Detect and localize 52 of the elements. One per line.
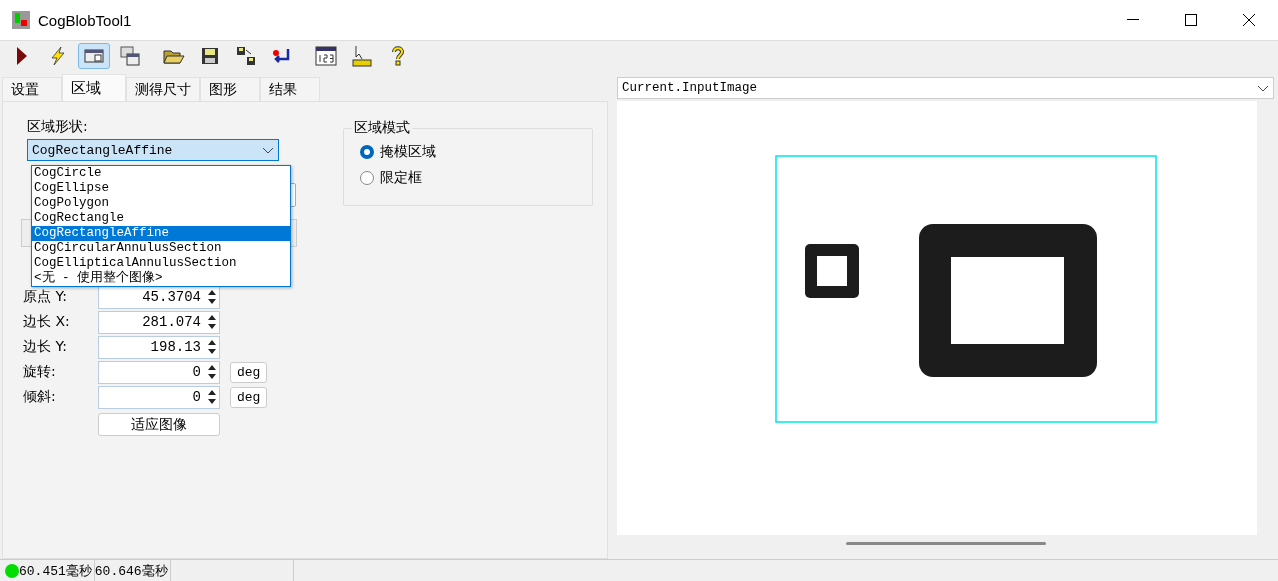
number-field[interactable]: 45.3704 (98, 285, 220, 309)
window-title: CogBlobTool1 (38, 11, 133, 29)
unit-button[interactable]: deg (230, 361, 268, 383)
field-label: 旋转: (22, 363, 57, 381)
field-label: 边长 Y: (22, 338, 68, 356)
field-label: 倾斜: (22, 388, 57, 406)
radio-option[interactable]: 限定框 (360, 169, 592, 187)
dropdown-option[interactable]: CogCircle (32, 166, 290, 181)
tab[interactable]: 图形 (200, 77, 260, 101)
floppy-disks-icon (236, 46, 256, 66)
minimize-icon (1127, 19, 1139, 21)
app-icon (12, 11, 30, 29)
chevron-icon (262, 146, 274, 154)
counter-display-icon (315, 46, 337, 66)
dropdown-option[interactable]: CogEllipse (32, 181, 290, 196)
field-label: 边长 X: (22, 313, 71, 331)
tab[interactable]: 结果 (260, 77, 320, 101)
number-field[interactable]: 198.13 (98, 335, 220, 359)
lightning-icon (49, 46, 67, 66)
field-label: 区域形状: (27, 118, 89, 136)
windows-icon (120, 46, 140, 66)
number-field[interactable]: 281.074 (98, 310, 220, 334)
radio-option[interactable]: 掩模区域 (360, 143, 592, 161)
tab[interactable]: 测得尺寸 (126, 77, 200, 101)
fit-image-button[interactable]: 适应图像 (98, 413, 220, 436)
status-text: 60.451毫秒 (19, 560, 95, 581)
dropdown-option[interactable]: <无 - 使用整个图像> (32, 271, 290, 286)
folder-icon (163, 47, 185, 65)
ruler-pointer-icon (352, 45, 372, 67)
dropdown-option[interactable]: CogCircularAnnulusSection (32, 241, 290, 256)
tab[interactable]: 设置 (2, 77, 62, 101)
toolbar-button[interactable] (78, 43, 110, 69)
chevron-icon (1257, 84, 1269, 92)
dropdown-option[interactable]: CogPolygon (32, 196, 290, 211)
play-icon (16, 46, 28, 66)
dropdown-option[interactable]: CogEllipticalAnnulusSection (32, 256, 290, 271)
help-icon (391, 46, 405, 66)
image-selector[interactable]: Current.InputImage (617, 77, 1274, 99)
number-field[interactable]: 0 (98, 385, 220, 409)
group-title: 区域模式 (352, 119, 412, 137)
number-field[interactable]: 0 (98, 360, 220, 384)
maximize-icon (1185, 14, 1197, 26)
tab[interactable]: 区域 (62, 74, 126, 101)
shape-dropdown[interactable]: CogRectangleAffine (27, 139, 279, 161)
unit-button[interactable]: deg (230, 386, 268, 408)
scrollbar-thumb[interactable] (845, 541, 1046, 545)
dropdown-option[interactable]: CogRectangleAffine (32, 226, 290, 241)
field-label: 原点 Y: (22, 288, 68, 306)
panel-icon (84, 48, 104, 64)
dropdown-option[interactable]: CogRectangle (32, 211, 290, 226)
close-icon (1243, 14, 1255, 26)
status-text: 60.646毫秒 (94, 560, 171, 581)
